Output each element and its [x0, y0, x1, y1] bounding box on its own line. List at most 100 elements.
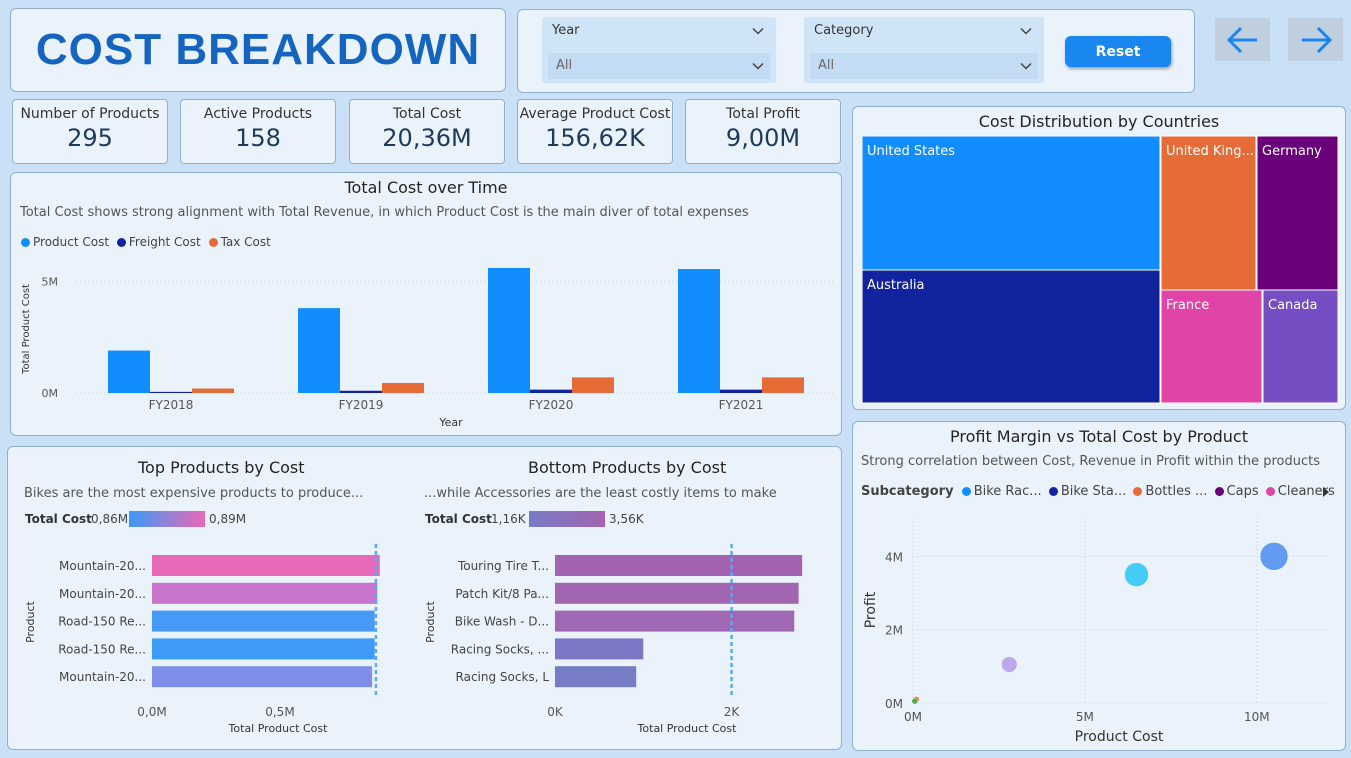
kpi-card-average-product-cost: Average Product Cost 156,62K [517, 99, 673, 164]
bar [150, 391, 192, 393]
bar [298, 308, 340, 393]
kpi-label: Active Products [203, 106, 313, 122]
bar [762, 377, 804, 393]
category-label: Mountain-20... [59, 559, 146, 573]
kpi-card-total-profit: Total Profit 9,00M [685, 99, 841, 164]
bar [572, 377, 614, 393]
title-panel: COST BREAKDOWN [10, 8, 506, 92]
bar [108, 350, 150, 393]
y-tick-label: 0M [885, 697, 903, 711]
bar [152, 666, 373, 688]
kpi-card-number-of-products: Number of Products 295 [12, 99, 168, 164]
category-label: Road-150 Re... [58, 615, 146, 629]
kpi-value: 295 [67, 124, 113, 152]
category-selected-value: All [818, 58, 835, 73]
kpi-card-active-products: Active Products 158 [180, 99, 336, 164]
kpi-label: Average Product Cost [519, 106, 671, 122]
kpi-value: 156,62K [545, 124, 645, 152]
category-label: Patch Kit/8 Pa... [455, 587, 549, 601]
x-tick-label: 0M [904, 710, 922, 724]
category-slicer[interactable]: Category All [804, 17, 1044, 83]
bar [152, 555, 380, 576]
bar [555, 610, 795, 632]
kpi-value: 20,36M [382, 124, 472, 152]
y-axis-label: Profit [863, 591, 879, 628]
bar [152, 638, 375, 660]
back-button[interactable] [1215, 18, 1270, 61]
legend-min: 1,16K [491, 512, 527, 526]
bar [340, 390, 382, 393]
category-label: Mountain-20... [59, 587, 146, 601]
category-label: Racing Socks, L [456, 670, 550, 684]
legend-min: 0,86M [91, 512, 128, 526]
bar [530, 389, 572, 393]
legend-gradient-bar [529, 511, 605, 527]
country-treemap: United States Australia United King... Germ… [861, 135, 1339, 404]
x-tick-label: 0K [547, 705, 564, 719]
bar [152, 582, 378, 604]
legend-max: 0,89M [209, 512, 246, 526]
bar [720, 389, 762, 393]
legend-title: Total Cost [25, 512, 92, 526]
kpi-label: Number of Products [20, 106, 160, 122]
chevron-down-icon[interactable] [1020, 25, 1032, 37]
chevron-down-icon[interactable] [1020, 60, 1032, 72]
year-slicer[interactable]: Year All [542, 17, 776, 83]
legend-gradient-bar [129, 511, 205, 527]
total-cost-over-time-panel: Total Cost over Time Total Cost shows st… [10, 172, 842, 436]
category-label: Road-150 Re... [58, 642, 146, 656]
treemap-tile [1256, 135, 1339, 291]
page-title: COST BREAKDOWN [35, 25, 481, 74]
x-axis-label: Product Cost [1075, 729, 1164, 745]
chevron-down-icon[interactable] [752, 60, 764, 72]
bar [555, 555, 803, 576]
scatter-point [911, 697, 918, 705]
bar [555, 638, 644, 660]
scatter-point [1124, 562, 1149, 587]
arrow-right-icon [1301, 26, 1332, 53]
x-axis-label: Total Product Cost [637, 722, 738, 735]
kpi-label: Total Cost [392, 106, 462, 122]
kpi-card-total-cost: Total Cost 20,36M [349, 99, 505, 164]
x-tick-label: 5M [1076, 710, 1094, 724]
category-slicer-label: Category [814, 23, 874, 38]
arrow-left-icon [1226, 26, 1257, 53]
treemap-label: France [1166, 298, 1209, 313]
profit-scatter-chart: 0M 2M 4M 0M 5M 10M Product Cost Profit [863, 517, 1329, 745]
y-tick-label: 5M [42, 275, 59, 288]
treemap-label: United States [867, 144, 955, 159]
y-axis-label: Total Product Cost [21, 284, 32, 375]
x-tick-label: FY2021 [719, 398, 764, 412]
category-label: Touring Tire T... [457, 559, 549, 573]
kpi-value: 9,00M [725, 124, 801, 152]
category-dropdown[interactable]: All [810, 53, 1038, 79]
profit-margin-panel: Profit Margin vs Total Cost by Product S… [852, 421, 1346, 751]
x-tick-label: FY2018 [149, 398, 194, 412]
kpi-label: Total Profit [726, 106, 800, 122]
y-axis-label: Product [24, 600, 37, 642]
cost-distribution-panel: Cost Distribution by Countries United St… [852, 106, 1346, 410]
year-selected-value: All [556, 58, 573, 73]
bar [382, 382, 424, 393]
treemap-label: Australia [867, 278, 925, 293]
y-tick-label: 0M [42, 387, 59, 400]
reset-button[interactable]: Reset [1065, 36, 1171, 67]
bar [678, 269, 720, 393]
kpi-value: 158 [235, 124, 281, 152]
legend-title: Total Cost [425, 512, 492, 526]
x-tick-label: FY2020 [529, 398, 574, 412]
chevron-down-icon[interactable] [752, 25, 764, 37]
x-tick-label: 0,5M [265, 705, 294, 719]
y-axis-label: Product [424, 600, 437, 642]
x-axis-label: Total Product Cost [228, 722, 329, 735]
category-label: Mountain-20... [59, 670, 146, 684]
products-by-cost-panel: Top Products by Cost Bikes are the most … [7, 446, 842, 750]
treemap-label: Germany [1262, 144, 1322, 159]
treemap-label: United King... [1166, 144, 1254, 159]
year-dropdown[interactable]: All [548, 53, 770, 79]
x-tick-label: 0,0M [137, 705, 166, 719]
treemap-label: Canada [1268, 298, 1317, 313]
x-tick-label: 10M [1244, 710, 1270, 724]
scatter-point [1001, 656, 1018, 673]
forward-button[interactable] [1288, 18, 1343, 61]
